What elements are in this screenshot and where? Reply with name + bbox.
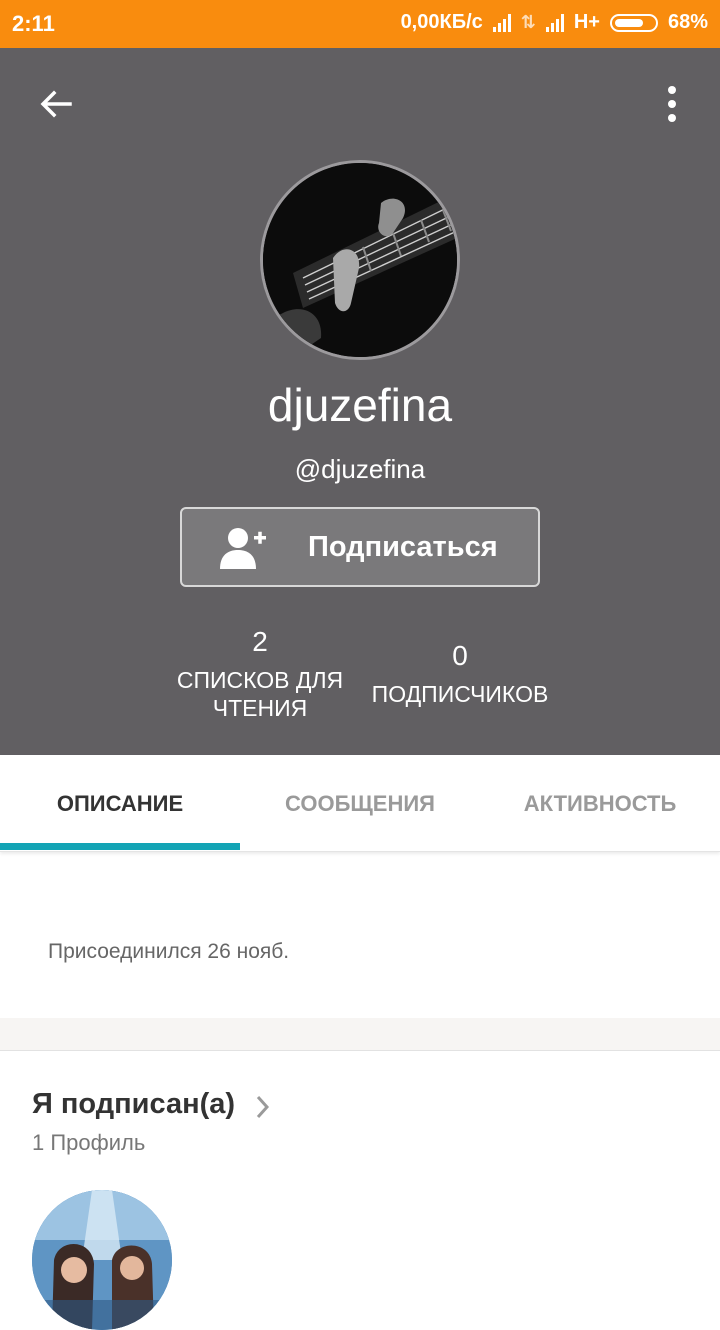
- data-transfer-icon: ⇅: [520, 12, 536, 32]
- following-count: 1 Профиль: [32, 1130, 146, 1155]
- profile-avatar: [260, 160, 460, 360]
- followed-profile-image: [32, 1190, 172, 1330]
- followers-stat[interactable]: 0 ПОДПИСЧИКОВ: [360, 640, 560, 708]
- following-title[interactable]: Я подписан(а): [32, 1088, 235, 1121]
- network-type: H+: [573, 11, 600, 33]
- reading-lists-count: 2: [252, 626, 268, 657]
- status-bar: 2:11 0,00КБ/с ⇅ H+ 68%: [0, 0, 720, 48]
- profile-name: djuzefina: [267, 379, 453, 431]
- followed-profile-avatar[interactable]: [32, 1190, 172, 1330]
- status-indicators: 0,00КБ/с ⇅ H+ 68%: [401, 11, 708, 34]
- profile-tabs: ОПИСАНИЕ СООБЩЕНИЯ АКТИВНОСТЬ: [0, 755, 720, 852]
- chevron-right-icon[interactable]: [254, 1094, 272, 1120]
- network-speed: 0,00КБ/с: [400, 11, 483, 33]
- guitar-photo: [263, 163, 457, 357]
- signal-icon-2: [545, 13, 564, 32]
- more-vertical-icon[interactable]: [660, 84, 684, 124]
- status-time: 2:11: [12, 11, 55, 36]
- tab-description[interactable]: ОПИСАНИЕ: [0, 755, 240, 851]
- signal-icon: [492, 13, 511, 32]
- follow-button-label: Подписаться: [308, 531, 498, 563]
- followers-label: ПОДПИСЧИКОВ: [371, 681, 549, 707]
- active-tab-indicator: [0, 843, 240, 850]
- battery-icon: [609, 13, 658, 32]
- reading-lists-stat[interactable]: 2 СПИСКОВ ДЛЯ ЧТЕНИЯ: [170, 626, 350, 722]
- joined-date: Присоединился 26 нояб.: [48, 940, 290, 963]
- follow-button[interactable]: Подписаться: [180, 507, 540, 587]
- followers-count: 0: [452, 640, 468, 671]
- battery-percent: 68%: [667, 11, 708, 33]
- reading-lists-label: СПИСКОВ ДЛЯ ЧТЕНИЯ: [176, 667, 344, 721]
- profile-handle: @djuzefina: [294, 454, 426, 484]
- tab-messages[interactable]: СООБЩЕНИЯ: [240, 755, 480, 851]
- add-user-icon: [220, 528, 266, 569]
- tab-activity[interactable]: АКТИВНОСТЬ: [480, 755, 720, 851]
- arrow-left-icon[interactable]: [36, 84, 76, 124]
- section-divider: [0, 1018, 720, 1051]
